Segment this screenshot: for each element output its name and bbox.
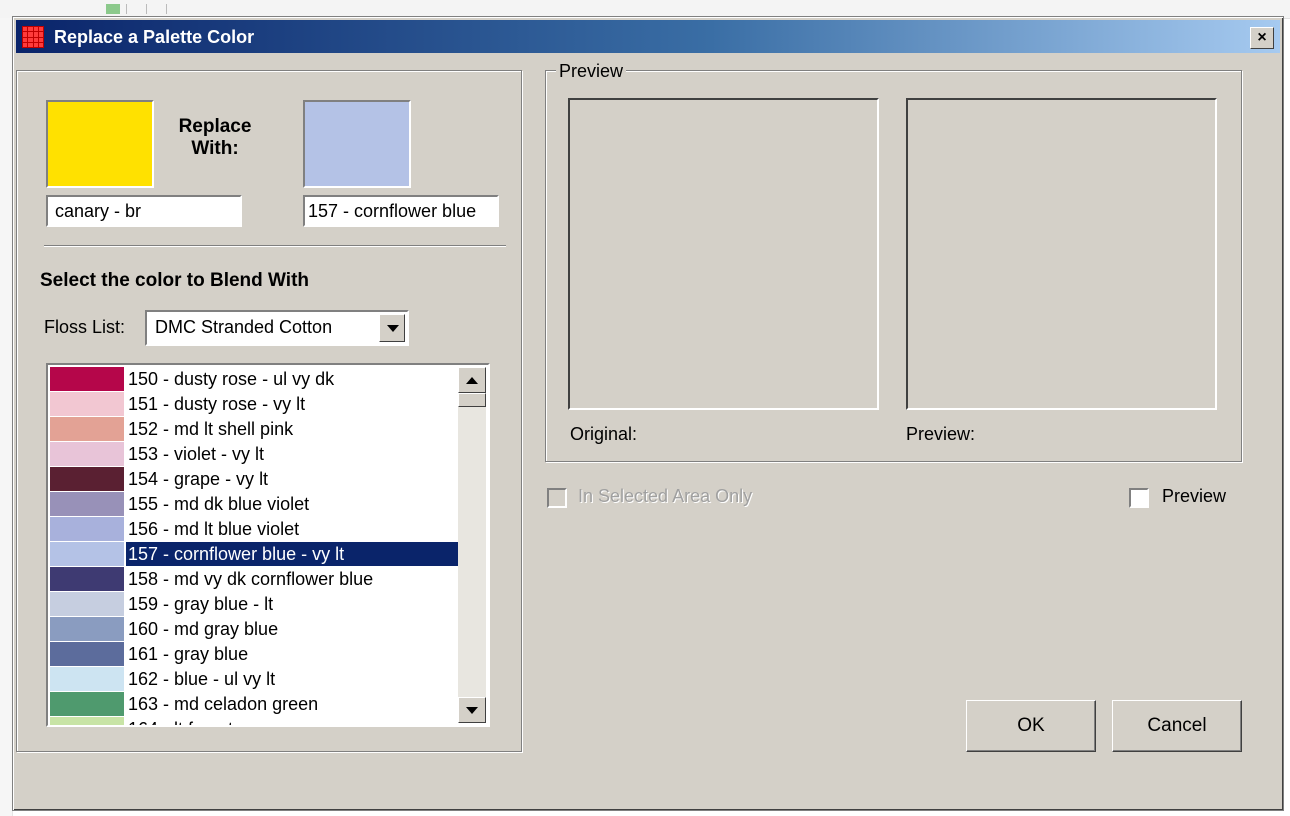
color-list-item[interactable]: 150 - dusty rose - ul vy dk (50, 367, 458, 392)
color-list-item[interactable]: 154 - grape - vy lt (50, 467, 458, 492)
close-button[interactable]: × (1250, 27, 1274, 49)
floss-list-label: Floss List: (44, 317, 126, 337)
color-list-item[interactable]: 156 - md lt blue violet (50, 517, 458, 542)
color-list-item-label: 163 - md celadon green (128, 694, 319, 714)
color-chip (50, 717, 125, 725)
color-list-item-label: 154 - grape - vy lt (128, 469, 269, 489)
chevron-down-icon[interactable] (379, 314, 405, 342)
color-chip (50, 442, 125, 466)
original-pane-label: Original: (570, 424, 638, 444)
color-list-item[interactable]: 159 - gray blue - lt (50, 592, 458, 617)
original-color-name-field[interactable]: canary - br (46, 195, 242, 227)
scroll-up-arrow-icon[interactable] (458, 367, 486, 393)
color-list-item[interactable]: 153 - violet - vy lt (50, 442, 458, 467)
color-chip (50, 592, 125, 616)
ok-button[interactable]: OK (966, 700, 1096, 752)
preview-group-title: Preview (556, 61, 627, 82)
title-bar[interactable]: Replace a Palette Color × (16, 20, 1280, 53)
replacement-color-swatch (303, 100, 411, 188)
original-preview-pane (568, 98, 879, 410)
color-list-item[interactable]: 155 - md dk blue violet (50, 492, 458, 517)
color-list-item[interactable]: 160 - md gray blue (50, 617, 458, 642)
preview-pane-label: Preview: (906, 424, 976, 444)
preview-checkbox-label: Preview (1162, 486, 1227, 506)
color-list-item-label: 153 - violet - vy lt (128, 444, 265, 464)
color-chip (50, 617, 125, 641)
color-list-item[interactable]: 162 - blue - ul vy lt (50, 667, 458, 692)
color-chip (50, 567, 125, 591)
color-chip (50, 392, 125, 416)
background-color-cell (106, 4, 120, 14)
scroll-thumb[interactable] (458, 393, 486, 407)
color-chip (50, 642, 125, 666)
color-list-item[interactable]: 161 - gray blue (50, 642, 458, 667)
color-chip (50, 667, 125, 691)
color-chip (50, 492, 125, 516)
color-list-item-label: 151 - dusty rose - vy lt (128, 394, 306, 414)
selected-area-only-checkbox[interactable] (547, 488, 567, 508)
color-list-item-label: 156 - md lt blue violet (128, 519, 300, 539)
color-list-item[interactable]: 163 - md celadon green (50, 692, 458, 717)
preview-pane (906, 98, 1217, 410)
floss-list-dropdown[interactable]: DMC Stranded Cotton (145, 310, 409, 346)
preview-checkbox[interactable] (1129, 488, 1149, 508)
window-title: Replace a Palette Color (54, 27, 255, 47)
color-list[interactable]: 150 - dusty rose - ul vy dk 151 - dusty r… (46, 363, 490, 727)
color-list-scrollbar[interactable] (458, 367, 486, 723)
selected-area-only-label: In Selected Area Only (578, 486, 753, 506)
palette-grid-icon (22, 26, 44, 48)
scroll-down-arrow-icon[interactable] (458, 697, 486, 723)
color-list-items: 150 - dusty rose - ul vy dk 151 - dusty r… (50, 367, 458, 725)
background-grid-line (146, 4, 147, 14)
color-list-item-label: 155 - md dk blue violet (128, 494, 310, 514)
cancel-button[interactable]: Cancel (1112, 700, 1242, 752)
color-list-item[interactable]: 151 - dusty rose - vy lt (50, 392, 458, 417)
background-grid-line (166, 4, 167, 14)
color-list-item-label: 160 - md gray blue (128, 619, 279, 639)
floss-list-value: DMC Stranded Cotton (155, 317, 333, 337)
color-chip (50, 367, 125, 391)
replacement-color-name-field[interactable]: 157 - cornflower blue (303, 195, 499, 227)
color-chip (50, 692, 125, 716)
color-list-item-label: 152 - md lt shell pink (128, 419, 294, 439)
background-grid-line (126, 4, 127, 14)
color-list-item[interactable]: 152 - md lt shell pink (50, 417, 458, 442)
color-list-item-label: 159 - gray blue - lt (128, 594, 274, 614)
color-list-item-label: 164 - lt forest green (126, 717, 458, 725)
color-chip (50, 417, 125, 441)
color-list-item-label: 162 - blue - ul vy lt (128, 669, 276, 689)
color-list-item-label: 158 - md vy dk cornflower blue (128, 569, 374, 589)
section-divider (44, 245, 506, 247)
replace-with-label: Replace With: (178, 116, 252, 159)
blend-heading: Select the color to Blend With (40, 270, 310, 291)
color-chip (50, 467, 125, 491)
color-list-item-label: 161 - gray blue (128, 644, 249, 664)
color-chip (50, 517, 125, 541)
color-list-item[interactable]: 157 - cornflower blue - vy lt (50, 542, 458, 567)
color-list-item-label: 157 - cornflower blue - vy lt (126, 542, 458, 566)
color-list-item-label: 150 - dusty rose - ul vy dk (128, 369, 335, 389)
original-color-swatch (46, 100, 154, 188)
color-chip (50, 542, 125, 566)
color-list-item[interactable]: 158 - md vy dk cornflower blue (50, 567, 458, 592)
color-list-item[interactable]: 164 - lt forest green (50, 717, 458, 725)
